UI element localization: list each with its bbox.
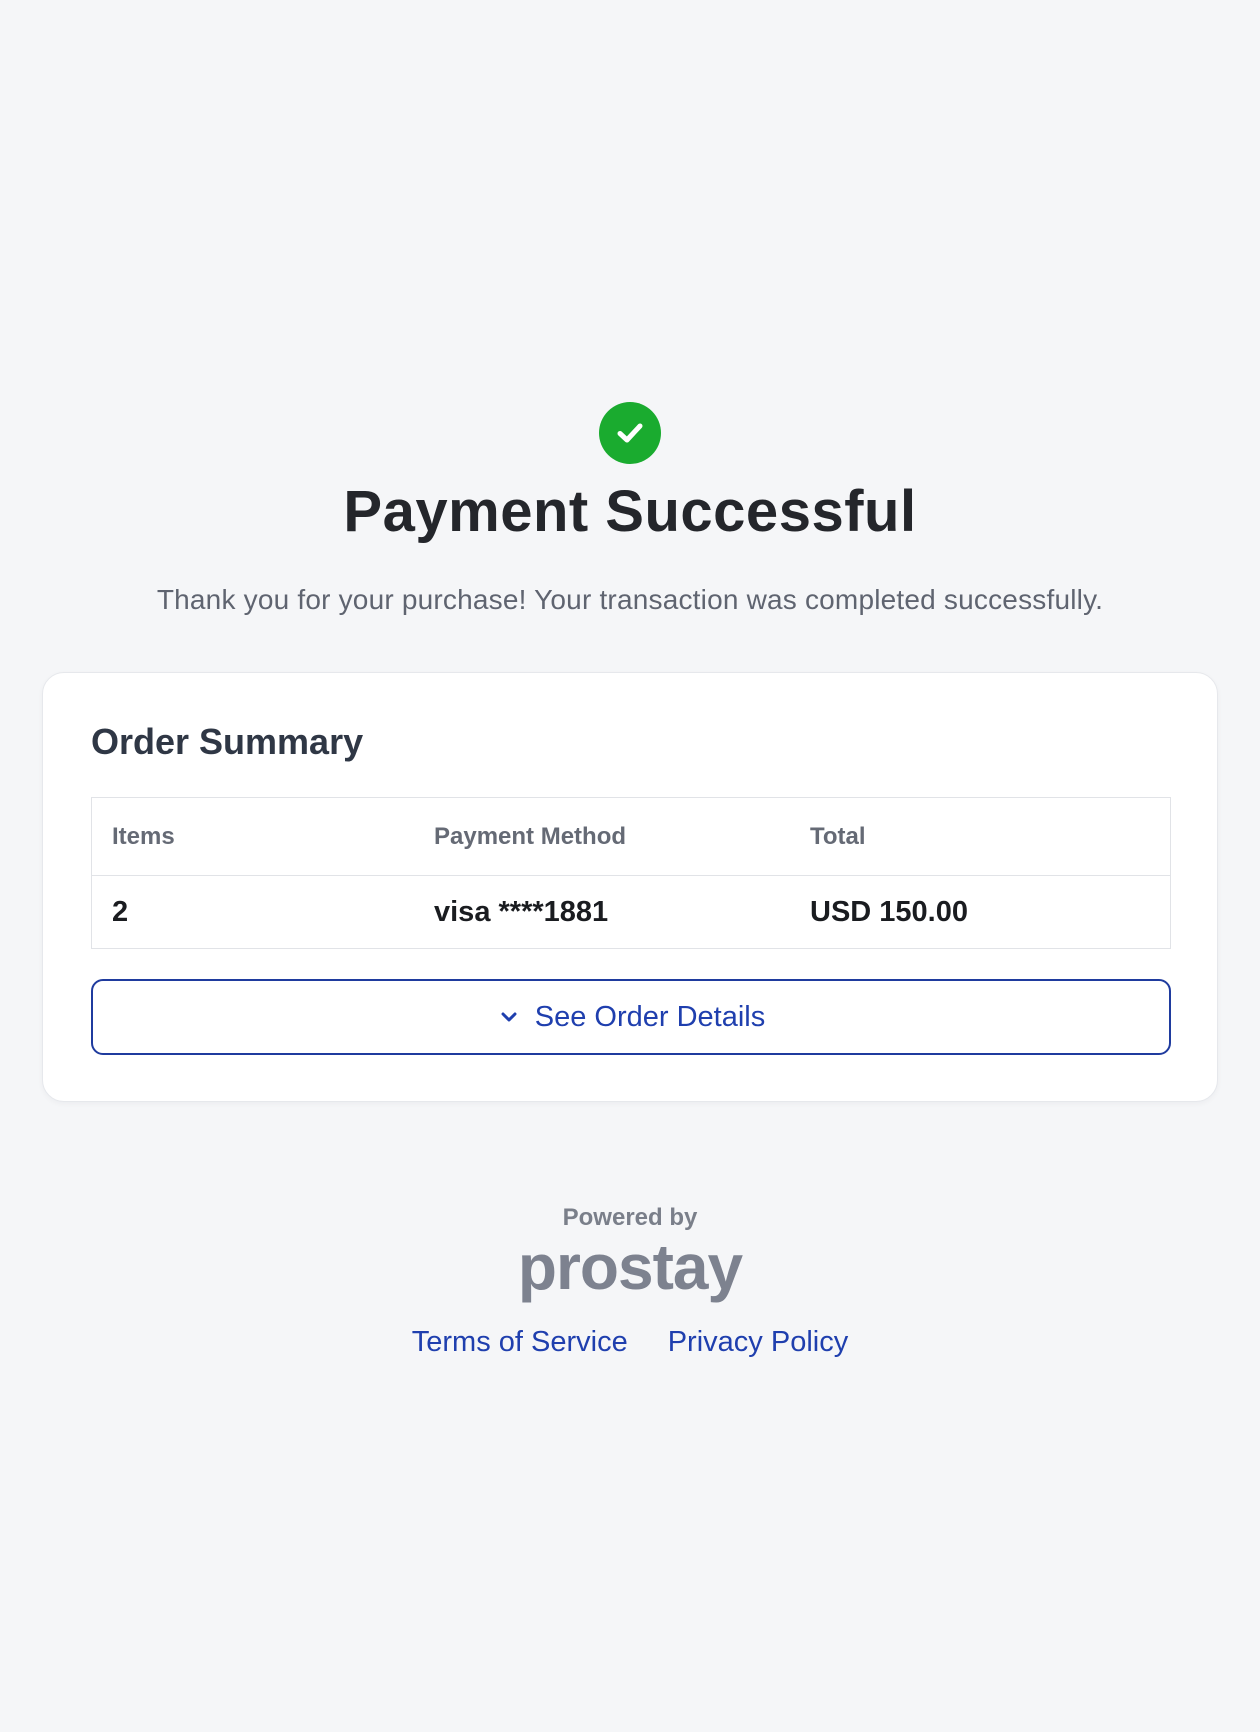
chevron-down-icon <box>497 1005 521 1029</box>
order-total-value: USD 150.00 <box>810 895 968 928</box>
table-header-row: Items Payment Method Total <box>92 798 1170 876</box>
table-row: 2 visa ****1881 USD 150.00 <box>92 876 1170 948</box>
column-header-total: Total <box>810 822 866 850</box>
powered-by-label: Powered by <box>562 1204 698 1231</box>
items-count: 2 <box>112 895 129 928</box>
column-header-payment-method: Payment Method <box>434 822 627 850</box>
column-header-items: Items <box>112 822 175 850</box>
see-order-details-button[interactable]: See Order Details <box>91 979 1171 1055</box>
brand-logo: prostay <box>517 1231 743 1303</box>
order-summary-table: Items Payment Method Total 2 visa ****18… <box>91 797 1171 949</box>
success-message: Thank you for your purchase! Your transa… <box>156 584 1104 615</box>
order-summary-title: Order Summary <box>91 721 364 762</box>
checkmark-icon <box>617 423 643 443</box>
see-order-details-label: See Order Details <box>534 1000 766 1033</box>
order-summary-card: Order Summary Items Payment Method Total… <box>42 672 1218 1102</box>
privacy-policy-link[interactable]: Privacy Policy <box>668 1326 849 1359</box>
payment-success-page: Payment Successful Thank you for your pu… <box>0 0 1260 1732</box>
check-circle-icon <box>599 402 661 464</box>
terms-of-service-link[interactable]: Terms of Service <box>412 1326 628 1359</box>
page-title: Payment Successful <box>343 479 917 544</box>
payment-method-value: visa ****1881 <box>434 895 609 928</box>
footer-links: Terms of Service Privacy Policy <box>0 1326 1260 1359</box>
